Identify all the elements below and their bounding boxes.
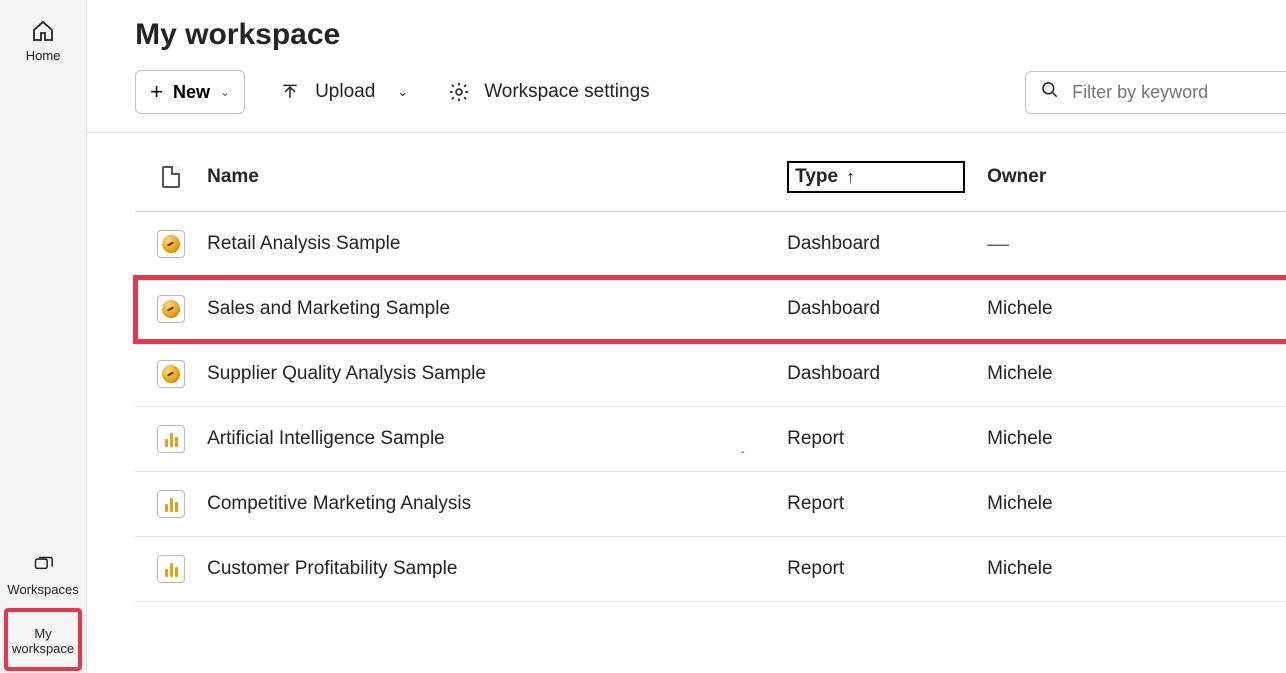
chevron-down-icon: ⌄ [397,84,408,100]
row-type: Report [787,558,987,580]
row-type: Report [787,428,987,450]
row-name: Supplier Quality Analysis Sample [207,363,787,385]
row-name: Customer Profitability Sample [207,558,787,580]
content-table: Name Type ↑ Owner Refr Retail Analysis S… [87,133,1286,602]
row-owner: Michele [987,298,1187,320]
row-owner: Michele [987,428,1187,450]
table-row[interactable]: Competitive Marketing AnalysisReportMich… [135,472,1286,537]
dashboard-icon [157,230,185,258]
row-owner: Michele [987,363,1187,385]
row-name: Retail Analysis Sample [207,233,787,255]
table-body: Retail Analysis SampleDashboard——Sales a… [135,212,1286,602]
gear-icon [448,81,470,103]
new-button-label: New [173,82,210,103]
row-refreshed: 7/27/ [1187,493,1286,515]
chevron-down-icon: ⌄ [220,85,230,99]
row-type: Report [787,493,987,515]
table-row[interactable]: Supplier Quality Analysis SampleDashboar… [135,342,1286,407]
table-row[interactable]: Sales and Marketing SampleDashboardMiche… [135,277,1286,342]
nav-workspaces[interactable]: Workspaces [0,542,86,608]
upload-icon [279,81,301,103]
sort-arrow-up-icon: ↑ [846,167,855,188]
nav-home[interactable]: Home [0,8,86,74]
left-sidebar: Home Workspaces My workspace [0,0,87,673]
workspace-settings-button[interactable]: Workspace settings [442,77,655,107]
upload-label: Upload [315,81,375,103]
search-icon [1040,80,1060,105]
dashboard-icon [157,295,185,323]
workspaces-icon [30,552,56,578]
col-name[interactable]: Name [207,166,787,188]
file-icon [162,166,180,188]
report-icon [157,425,185,453]
row-owner: Michele [987,493,1187,515]
row-refreshed: — [1187,296,1286,322]
report-icon [157,490,185,518]
row-type: Dashboard [787,363,987,385]
row-name: Sales and Marketing Sample [207,298,787,320]
col-type[interactable]: Type ↑ [787,161,987,193]
row-owner: — [987,231,1187,257]
row-refreshed: — [1187,231,1286,257]
nav-home-label: Home [26,48,61,64]
table-row[interactable]: Retail Analysis SampleDashboard—— [135,212,1286,277]
nav-my-workspace[interactable]: My workspace [4,608,82,671]
resize-caret-icon: ˆ [741,451,744,462]
new-button[interactable]: + New ⌄ [135,70,245,114]
settings-label: Workspace settings [484,81,649,103]
row-owner: Michele [987,558,1187,580]
table-header: Name Type ↑ Owner Refr [135,161,1286,212]
col-icon[interactable] [135,166,207,188]
nav-workspaces-label: Workspaces [7,582,78,598]
row-type: Dashboard [787,298,987,320]
row-refreshed: 1/17/ [1187,558,1286,580]
toolbar: + New ⌄ Upload ⌄ Workspace settings [87,60,1286,133]
report-icon [157,555,185,583]
table-row[interactable]: Customer Profitability SampleReportMiche… [135,537,1286,602]
plus-icon: + [150,79,163,105]
table-row[interactable]: Artificial Intelligence SampleReportMich… [135,407,1286,472]
col-refreshed[interactable]: Refr [1187,166,1286,188]
main-content: My workspace + New ⌄ Upload ⌄ Workspace … [87,0,1286,673]
filter-input[interactable] [1072,82,1286,103]
home-icon [30,18,56,44]
filter-box[interactable] [1025,71,1286,114]
dashboard-icon [157,360,185,388]
row-name: Competitive Marketing Analysis [207,493,787,515]
nav-my-workspace-label: My workspace [12,626,74,657]
row-refreshed: 7/27/ [1187,428,1286,450]
row-name: Artificial Intelligence Sample [207,428,787,450]
upload-button[interactable]: Upload ⌄ [273,77,414,107]
col-type-label: Type [795,166,838,188]
nav-spacer [0,74,86,543]
title-area: My workspace [87,0,1286,60]
col-owner[interactable]: Owner [987,166,1187,188]
page-title: My workspace [135,18,1286,52]
row-refreshed: — [1187,361,1286,387]
row-type: Dashboard [787,233,987,255]
